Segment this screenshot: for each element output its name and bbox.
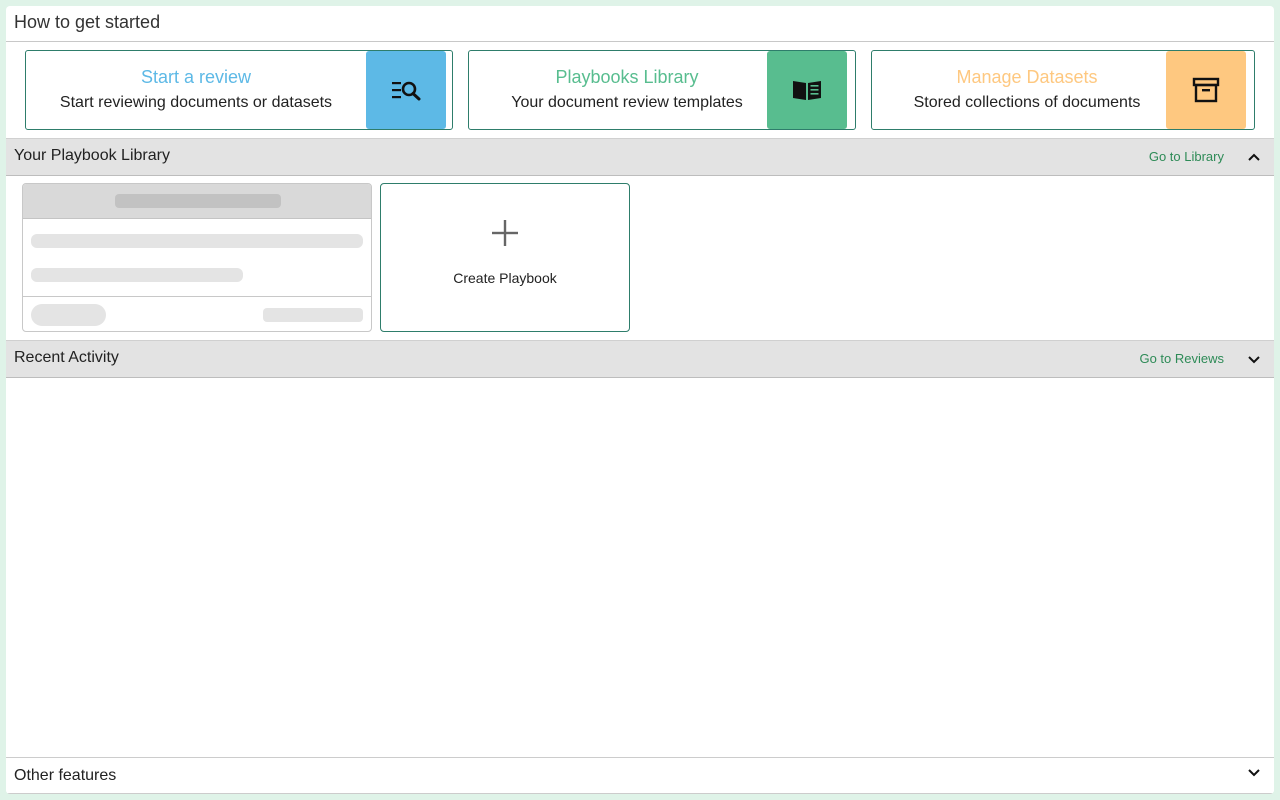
skeleton-line	[31, 268, 243, 282]
archive-icon	[1166, 51, 1246, 129]
card-title: Playbooks Library	[555, 67, 699, 87]
skeleton-line	[31, 234, 363, 248]
start-review-card[interactable]: Start a review Start reviewing documents…	[25, 50, 453, 130]
playbooks-library-card[interactable]: Playbooks Library Your document review t…	[468, 50, 856, 130]
get-started-cards: Start a review Start reviewing documents…	[25, 50, 1265, 130]
search-list-icon	[366, 51, 446, 129]
chevron-down-icon[interactable]	[1246, 764, 1262, 780]
home-page: How to get started Start a review Start …	[6, 6, 1274, 794]
section-title: Other features	[14, 767, 117, 784]
create-playbook-button[interactable]: Create Playbook	[380, 183, 630, 332]
manage-datasets-card[interactable]: Manage Datasets Stored collections of do…	[871, 50, 1255, 130]
section-title: Your Playbook Library	[14, 147, 170, 164]
page-title: How to get started	[6, 6, 1274, 42]
skeleton-title	[115, 194, 281, 208]
skeleton-meta	[263, 308, 363, 322]
recent-activity-header[interactable]: Recent Activity Go to Reviews	[6, 340, 1274, 378]
skeleton-badge	[31, 304, 106, 326]
go-to-library-link[interactable]: Go to Library	[1149, 149, 1224, 164]
card-title: Start a review	[140, 67, 252, 87]
chevron-down-icon[interactable]	[1246, 351, 1262, 367]
other-features-header[interactable]: Other features	[6, 757, 1274, 794]
card-subtitle: Your document review templates	[511, 94, 743, 111]
card-subtitle: Start reviewing documents or datasets	[59, 94, 333, 111]
book-icon	[767, 51, 847, 129]
card-title: Manage Datasets	[956, 67, 1098, 87]
playbook-skeleton-card	[22, 183, 372, 332]
divider	[6, 793, 1274, 794]
chevron-up-icon[interactable]	[1246, 149, 1262, 165]
card-subtitle: Stored collections of documents	[913, 94, 1141, 111]
go-to-reviews-link[interactable]: Go to Reviews	[1139, 351, 1224, 366]
create-playbook-label: Create Playbook	[453, 270, 557, 286]
playbook-library-header[interactable]: Your Playbook Library Go to Library	[6, 138, 1274, 176]
section-title: Recent Activity	[14, 349, 119, 366]
skeleton-divider	[23, 296, 371, 297]
plus-icon	[381, 214, 629, 254]
